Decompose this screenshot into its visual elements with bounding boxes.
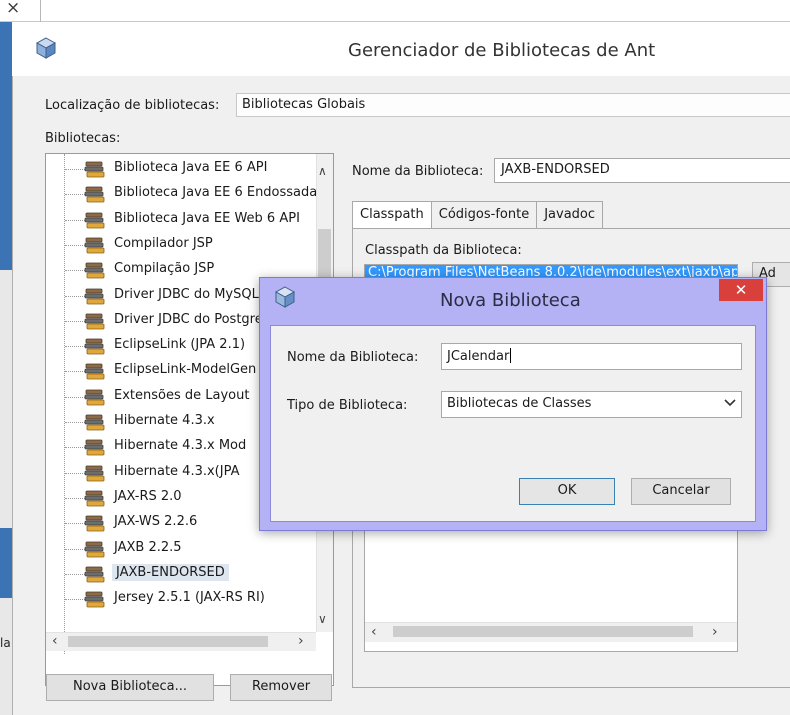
dialog-name-value: JCalendar <box>447 349 510 364</box>
tab-classpath[interactable]: Classpath <box>352 201 432 230</box>
library-tree-item[interactable]: Biblioteca Java EE 6 Endossada <box>46 183 318 205</box>
library-tree-item[interactable]: Jersey 2.5.1 (JAX-RS RI) <box>46 588 316 610</box>
tab-sources[interactable]: Códigos-fonte <box>430 201 538 229</box>
netbeans-cube-icon <box>36 37 56 59</box>
netbeans-cube-icon <box>275 286 295 308</box>
book-stack-icon <box>84 186 106 203</box>
background-close-icon[interactable]: × <box>6 0 20 18</box>
book-stack-icon <box>84 338 106 355</box>
library-tree-item-label: JAXB-ENDORSED <box>112 563 229 581</box>
library-tree-item-label: Hibernate 4.3.x(JPA <box>114 463 240 479</box>
book-stack-icon <box>84 566 106 583</box>
book-stack-icon <box>84 389 106 406</box>
library-tree-item-label: Extensões de Layout <box>114 387 250 403</box>
library-tree-item-label: Hibernate 4.3.x <box>114 413 215 428</box>
background-left-label: la <box>0 636 11 650</box>
library-tree-item-label: Hibernate 4.3.x Mod <box>114 438 247 454</box>
chevron-down-icon[interactable] <box>724 399 736 407</box>
libraries-label: Bibliotecas: <box>45 131 121 146</box>
background-window-top <box>0 0 790 22</box>
book-stack-icon <box>84 490 106 507</box>
library-tree-item-label: JAXB 2.2.5 <box>114 539 182 555</box>
book-stack-icon <box>84 591 106 608</box>
library-name-field[interactable]: JAXB-ENDORSED <box>494 158 790 183</box>
dialog-title: Nova Biblioteca <box>440 290 581 311</box>
window-title: Gerenciador de Bibliotecas de Ant <box>348 40 656 61</box>
location-select[interactable]: Bibliotecas Globais <box>236 93 790 117</box>
background-left-accent <box>0 22 12 270</box>
text-caret <box>510 348 512 363</box>
book-stack-icon <box>84 288 106 305</box>
library-name-label: Nome da Biblioteca: <box>352 164 484 179</box>
library-tree-item[interactable]: Biblioteca Java EE Web 6 API <box>46 209 316 231</box>
ok-button[interactable]: OK <box>519 478 615 505</box>
book-stack-icon <box>84 465 106 482</box>
classpath-horizontal-scroll-thumb[interactable] <box>393 626 693 637</box>
dialog-name-field[interactable]: JCalendar <box>441 343 742 370</box>
dialog-type-label: Tipo de Biblioteca: <box>287 398 408 413</box>
library-tree-item-label: EclipseLink (JPA 2.1) <box>114 337 246 353</box>
scroll-down-icon[interactable]: ∨ <box>318 612 327 626</box>
library-tree-item-label: Compilador JSP <box>114 235 213 251</box>
library-horizontal-scroll-thumb[interactable] <box>68 636 268 647</box>
library-tree-item-label: JAX-RS 2.0 <box>114 488 182 504</box>
library-tree-item[interactable]: JAXB 2.2.5 <box>46 538 316 560</box>
scroll-left-icon[interactable]: ‹ <box>52 633 58 649</box>
book-stack-icon <box>84 262 106 279</box>
book-stack-icon <box>84 439 106 456</box>
book-stack-icon <box>84 515 106 532</box>
library-tabs: Classpath Códigos-fonte Javadoc <box>352 201 604 230</box>
library-tree-item-label: Biblioteca Java EE 6 Endossada <box>114 185 318 201</box>
remove-library-button[interactable]: Remover <box>230 674 332 701</box>
book-stack-icon <box>84 313 106 330</box>
library-tree-item-label: Biblioteca Java EE 6 API <box>114 160 268 175</box>
library-tree-item-label: JAX-WS 2.2.6 <box>114 514 198 530</box>
book-stack-icon <box>84 237 106 254</box>
library-tree-item[interactable]: JAXB-ENDORSED <box>46 563 316 585</box>
book-stack-icon <box>84 161 106 178</box>
classpath-label: Classpath da Biblioteca: <box>365 243 522 258</box>
scroll-right-icon[interactable]: › <box>298 633 304 649</box>
background-left-accent <box>0 528 12 598</box>
library-tree-item-label: EclipseLink-ModelGen <box>114 362 257 378</box>
scroll-right-icon[interactable]: › <box>712 624 718 640</box>
library-tree-item-label: Jersey 2.5.1 (JAX-RS RI) <box>114 590 265 606</box>
library-tree-item-label: Biblioteca Java EE Web 6 API <box>114 210 300 226</box>
new-library-button[interactable]: Nova Biblioteca... <box>46 674 214 701</box>
library-type-select[interactable]: Bibliotecas de Classes <box>441 391 742 418</box>
close-icon[interactable]: ✕ <box>719 279 763 301</box>
library-tree-item[interactable]: Biblioteca Java EE 6 API <box>46 158 316 180</box>
scroll-up-icon[interactable]: ∧ <box>318 164 327 178</box>
tab-javadoc[interactable]: Javadoc <box>536 201 604 229</box>
background-divider <box>40 0 41 22</box>
dialog-name-label: Nome da Biblioteca: <box>287 350 419 365</box>
book-stack-icon <box>84 363 106 380</box>
library-tree-item-label: Driver JDBC do MySQL <box>114 286 259 302</box>
book-stack-icon <box>84 414 106 431</box>
library-tree-item[interactable]: Compilador JSP <box>46 234 316 256</box>
book-stack-icon <box>84 541 106 558</box>
scroll-left-icon[interactable]: ‹ <box>371 624 377 640</box>
location-label: Localização de bibliotecas: <box>45 98 220 113</box>
book-stack-icon <box>84 212 106 229</box>
cancel-button[interactable]: Cancelar <box>631 478 731 505</box>
library-tree-item-label: Compilação JSP <box>114 261 215 277</box>
